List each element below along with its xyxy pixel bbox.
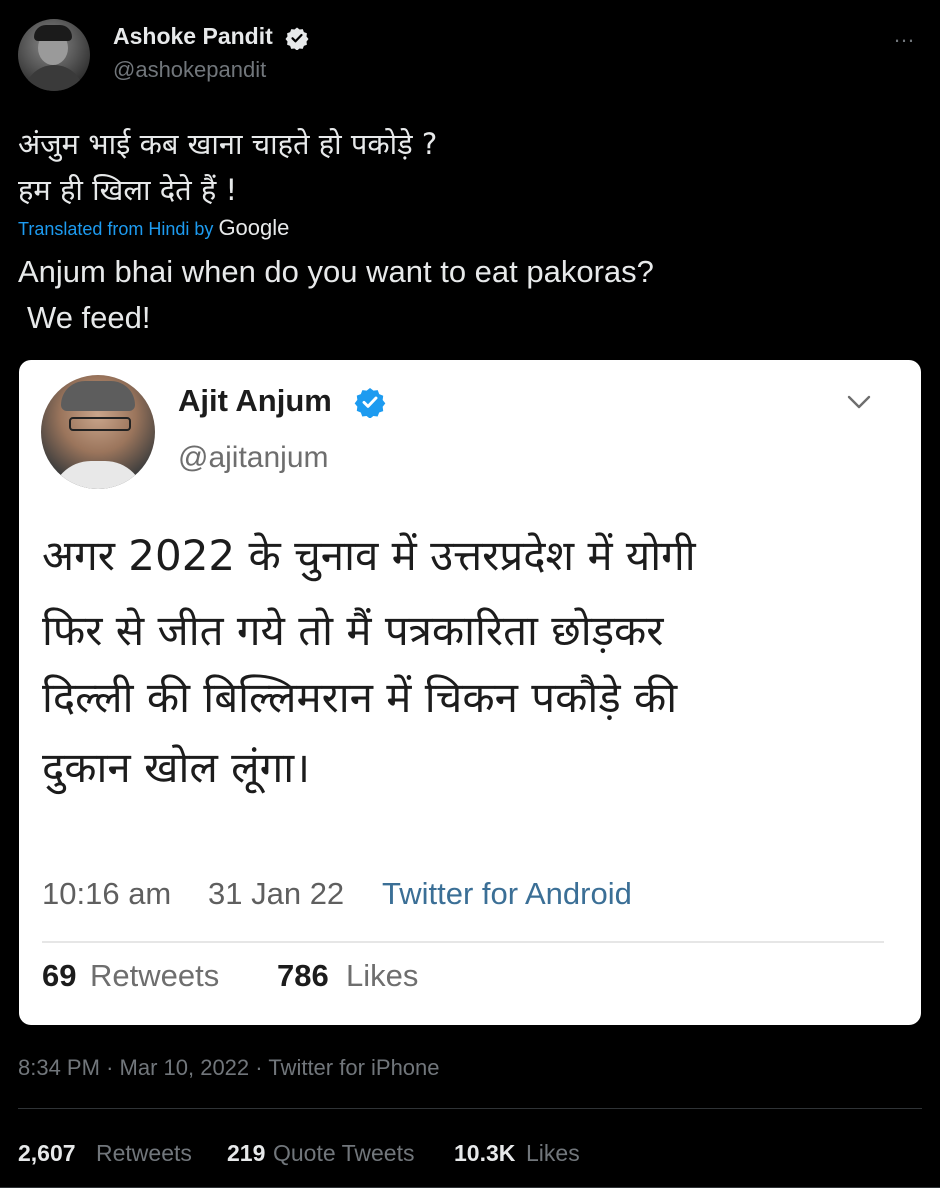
- embedded-divider: [42, 941, 884, 943]
- embedded-likes-label: Likes: [346, 958, 419, 993]
- embedded-date: 31 Jan 22: [208, 876, 345, 911]
- embedded-author-avatar: [41, 375, 155, 489]
- author-handle[interactable]: @ashokepandit: [113, 57, 266, 83]
- embedded-verified-badge-icon: [354, 388, 386, 418]
- likes-count[interactable]: 10.3K: [454, 1140, 515, 1167]
- meta-separator: ·: [255, 1055, 263, 1080]
- retweets-label[interactable]: Retweets: [96, 1140, 192, 1167]
- embedded-source: Twitter for Android: [382, 876, 632, 911]
- tweet-meta: 8:34 PM · Mar 10, 2022 · Twitter for iPh…: [18, 1055, 440, 1081]
- author-display-name[interactable]: Ashoke Pandit: [113, 23, 273, 50]
- tweet-text-hindi-line-1: अंजुम भाई कब खाना चाहते हो पकोड़े ?: [18, 127, 438, 161]
- embedded-retweets-label: Retweets: [90, 958, 220, 993]
- more-options-icon[interactable]: …: [893, 22, 916, 48]
- embedded-author-handle: @ajitanjum: [178, 441, 329, 474]
- tweet-text-english-line-2: We feed!: [27, 300, 151, 335]
- likes-label[interactable]: Likes: [526, 1140, 580, 1167]
- tweet-source[interactable]: Twitter for iPhone: [268, 1055, 439, 1080]
- tweet-text-hindi-line-2: हम ही खिला देते हैं !: [18, 173, 238, 207]
- embedded-text-line-3: दिल्ली की बिल्लिमरान में चिकन पकौड़े की: [42, 673, 678, 722]
- retweets-count[interactable]: 2,607: [18, 1140, 76, 1167]
- translated-label: Translated from Hindi by: [18, 219, 214, 239]
- tweet-date[interactable]: Mar 10, 2022: [120, 1055, 250, 1080]
- embedded-likes-count: 786: [277, 958, 329, 993]
- meta-separator: ·: [106, 1055, 114, 1080]
- google-logo: Google: [218, 215, 290, 240]
- quote-tweets-label[interactable]: Quote Tweets: [273, 1140, 415, 1167]
- embedded-text-line-4: दुकान खोल लूंगा।: [42, 743, 311, 792]
- chevron-down-icon: [847, 395, 871, 409]
- embedded-retweets-count: 69: [42, 958, 77, 993]
- tweet-text-english-line-1: Anjum bhai when do you want to eat pakor…: [18, 254, 654, 289]
- stats-divider: [18, 1108, 922, 1109]
- verified-badge-icon: [285, 27, 309, 50]
- quote-tweets-count[interactable]: 219: [227, 1140, 265, 1167]
- embedded-author-name: Ajit Anjum: [178, 383, 332, 418]
- embedded-text-line-1: अगर 2022 के चुनाव में उत्तरप्रदेश में यो…: [42, 531, 696, 580]
- author-avatar[interactable]: [18, 19, 90, 91]
- translation-attribution[interactable]: Translated from Hindi by Google: [18, 215, 289, 241]
- embedded-text-line-2: फिर से जीत गये तो मैं पत्रकारिता छोड़कर: [42, 606, 664, 655]
- embedded-time: 10:16 am: [42, 876, 172, 911]
- tweet-time[interactable]: 8:34 PM: [18, 1055, 100, 1080]
